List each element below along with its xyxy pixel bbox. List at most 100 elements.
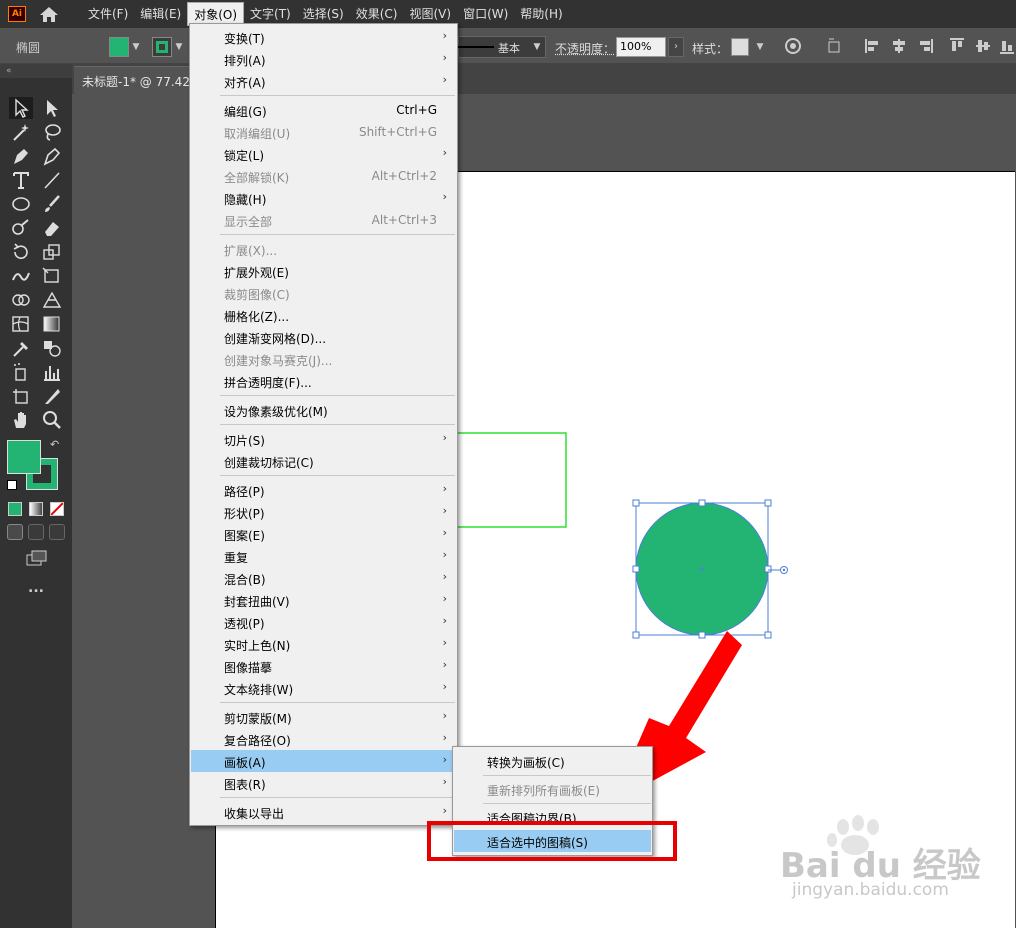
object-menu-item[interactable]: 图表(R) › [191,772,457,794]
perspective-grid-tool-icon[interactable] [40,289,64,311]
lasso-tool-icon[interactable] [40,121,64,143]
direct-selection-tool-icon[interactable] [40,97,64,119]
more-tools-icon[interactable]: ... [28,580,44,596]
opacity-label[interactable]: 不透明度： [555,40,615,57]
align-vcenter-icon[interactable] [974,37,992,55]
screen-mode-icon[interactable] [26,550,48,566]
object-menu-item[interactable]: 锁定(L) › [191,143,457,165]
fill-color-swatch[interactable] [7,440,41,474]
hand-tool-icon[interactable] [9,409,33,431]
object-menu-item[interactable]: 拼合透明度(F)... [191,370,457,392]
object-menu-item[interactable]: 排列(A) › [191,48,457,70]
align-right-icon[interactable] [916,37,934,55]
object-menu-item[interactable]: 重复 › [191,545,457,567]
style-swatch[interactable] [731,38,749,56]
style-dropdown-icon[interactable]: ▼ [754,37,766,57]
symbol-sprayer-tool-icon[interactable] [9,361,33,383]
pen-tool-icon[interactable] [9,145,33,167]
menu-item-label: 创建对象马赛克(J)... [224,354,333,368]
chevron-right-icon: › [442,190,447,203]
recolor-icon[interactable] [784,37,802,55]
draw-behind-icon[interactable] [28,524,44,540]
align-bottom-icon[interactable] [998,37,1016,55]
object-menu-item[interactable]: 路径(P) › [191,479,457,501]
menubar-item[interactable]: 编辑(E) [134,0,187,28]
paintbrush-tool-icon[interactable] [40,193,64,215]
stroke-dropdown-icon[interactable]: ▼ [173,37,185,57]
menubar-item[interactable]: 文件(F) [82,0,134,28]
menubar-item[interactable]: 窗口(W) [457,0,514,28]
object-menu-item[interactable]: 创建渐变网格(D)... [191,326,457,348]
menu-item-label: 拼合透明度(F)... [224,376,312,390]
eyedropper-tool-icon[interactable] [9,337,33,359]
transform-icon[interactable] [826,37,844,55]
fill-dropdown-icon[interactable]: ▼ [130,37,142,57]
slice-tool-icon[interactable] [40,385,64,407]
object-menu-item[interactable]: 变换(T) › [191,26,457,48]
shape-builder-tool-icon[interactable] [9,289,33,311]
object-menu-item[interactable]: 文本绕排(W) › [191,677,457,699]
object-menu-item[interactable]: 隐藏(H) › [191,187,457,209]
column-graph-tool-icon[interactable] [40,361,64,383]
blend-tool-icon[interactable] [40,337,64,359]
gradient-tool-icon[interactable] [40,313,64,335]
line-tool-icon[interactable] [40,169,64,191]
draw-inside-icon[interactable] [49,524,65,540]
tools-panel: ↶ ... [0,78,72,928]
eraser-tool-icon[interactable] [40,217,64,239]
object-menu-item[interactable]: 对齐(A) › [191,70,457,92]
selection-tool-icon[interactable] [9,97,33,119]
object-menu-item[interactable]: 创建裁切标记(C) [191,450,457,472]
object-menu-item[interactable]: 编组(G) Ctrl+G [191,99,457,121]
stroke-swatch[interactable] [152,37,172,57]
object-menu-item[interactable]: 封套扭曲(V) › [191,589,457,611]
opacity-input[interactable]: 100% [616,37,666,57]
object-menu-item[interactable]: 画板(A) › [191,750,457,772]
object-menu-item[interactable]: 栅格化(Z)... [191,304,457,326]
document-tab[interactable]: 未标题-1* @ 77.42 [74,66,200,94]
object-menu-item: 创建对象马赛克(J)... [191,348,457,370]
curvature-tool-icon[interactable] [40,145,64,167]
object-menu-item[interactable]: 透视(P) › [191,611,457,633]
magic-wand-tool-icon[interactable] [9,121,33,143]
align-hcenter-icon[interactable] [890,37,908,55]
shaper-tool-icon[interactable] [9,217,33,239]
menubar-item[interactable]: 帮助(H) [514,0,568,28]
scale-tool-icon[interactable] [40,241,64,263]
object-menu-item[interactable]: 切片(S) › [191,428,457,450]
object-menu-item[interactable]: 图案(E) › [191,523,457,545]
swap-colors-icon[interactable]: ↶ [50,438,59,451]
fill-swatch[interactable] [109,37,129,57]
object-menu-item[interactable]: 混合(B) › [191,567,457,589]
rotate-tool-icon[interactable] [9,241,33,263]
object-menu-item[interactable]: 实时上色(N) › [191,633,457,655]
artboard-submenu-item[interactable]: 转换为画板(C) [454,750,651,772]
color-mode-icon[interactable] [8,502,22,516]
draw-normal-icon[interactable] [7,524,23,540]
toolbar-collapse-icon[interactable]: « [0,64,72,78]
zoom-tool-icon[interactable] [40,409,64,431]
object-menu-item[interactable]: 设为像素级优化(M) [191,399,457,421]
stroke-line-preview [458,46,494,48]
align-left-icon[interactable] [864,37,882,55]
home-icon[interactable] [38,5,60,23]
align-top-icon[interactable] [948,37,966,55]
object-menu-item[interactable]: 收集以导出 › [191,801,457,823]
default-colors-icon[interactable] [7,480,17,490]
object-menu-item[interactable]: 形状(P) › [191,501,457,523]
object-menu-item[interactable]: 复合路径(O) › [191,728,457,750]
menu-item-label: 混合(B) [224,573,266,587]
chevron-down-icon[interactable]: ▼ [531,37,543,57]
free-transform-tool-icon[interactable] [40,265,64,287]
ellipse-tool-icon[interactable] [9,193,33,215]
none-mode-icon[interactable] [50,502,64,516]
opacity-arrow-icon[interactable]: › [668,37,684,57]
mesh-tool-icon[interactable] [9,313,33,335]
artboard-tool-icon[interactable] [9,385,33,407]
object-menu-item[interactable]: 图像描摹 › [191,655,457,677]
object-menu-item[interactable]: 剪切蒙版(M) › [191,706,457,728]
object-menu-item[interactable]: 扩展外观(E) [191,260,457,282]
type-tool-icon[interactable] [9,169,33,191]
gradient-mode-icon[interactable] [29,502,43,516]
warp-tool-icon[interactable] [9,265,33,287]
